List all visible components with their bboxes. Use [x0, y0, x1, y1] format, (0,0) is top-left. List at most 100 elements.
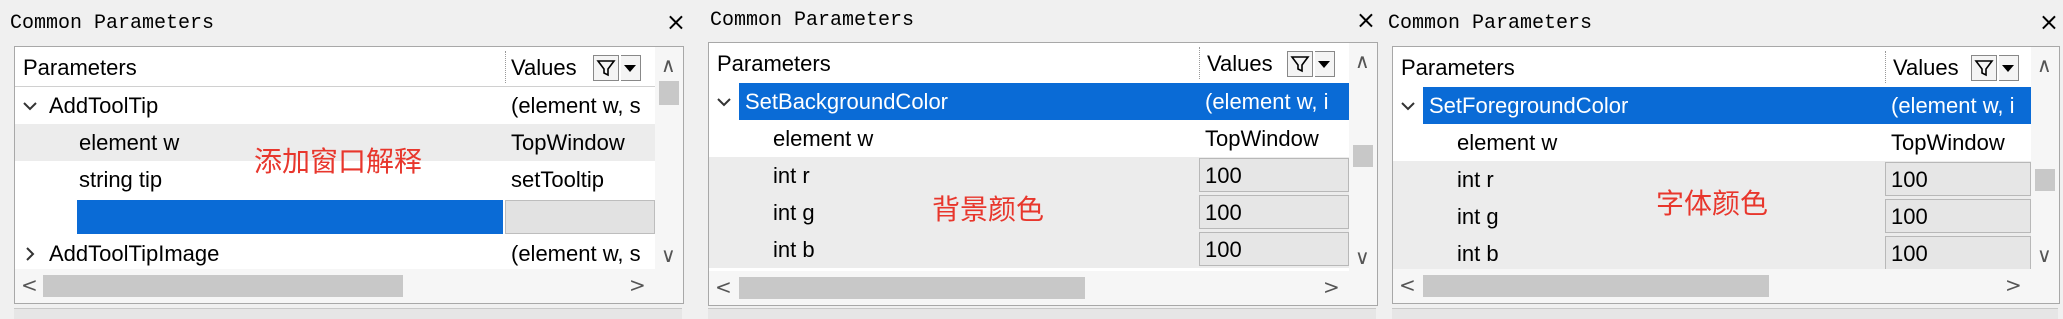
common-parameters-panel-2: Common Parameters × Parameters Values Se… [700, 0, 1380, 319]
panel-title: Common Parameters [10, 12, 215, 35]
tree-header: Parameters Values [709, 43, 1377, 83]
scroll-thumb[interactable] [659, 81, 679, 105]
row-value[interactable]: 100 [1205, 200, 1242, 226]
row-name: element w [1457, 130, 1558, 155]
tree-row[interactable]: AddToolTip (element w, s [15, 87, 655, 124]
scroll-down-icon[interactable]: ∨ [661, 243, 676, 267]
scroll-right-icon[interactable]: > [629, 273, 646, 297]
row-name: element w [79, 130, 180, 155]
panel-title: Common Parameters [710, 9, 915, 32]
tree-row-selected[interactable]: SetBackgroundColor (element w, i [709, 83, 1349, 120]
annotation-note: 添加窗口解释 [254, 145, 423, 178]
panel-footer [1392, 308, 2058, 319]
scroll-thumb[interactable] [2035, 169, 2055, 191]
tree-row[interactable]: AddToolTipImage (element w, s [15, 235, 655, 272]
column-divider[interactable] [1885, 51, 1886, 83]
header-values[interactable]: Values [1207, 51, 1273, 77]
parameters-tree[interactable]: Parameters Values SetBackgroundColor (el… [708, 42, 1378, 306]
header-parameters[interactable]: Parameters [717, 51, 831, 77]
horizontal-scrollbar[interactable]: < > [15, 269, 683, 303]
scroll-thumb[interactable] [43, 275, 403, 297]
selected-value-cell[interactable] [505, 200, 655, 234]
panel-footer [14, 308, 682, 319]
tree-header: Parameters Values [1393, 47, 2059, 87]
scroll-up-icon[interactable]: ∧ [661, 53, 676, 77]
chevron-down-icon[interactable] [1397, 95, 1419, 117]
scroll-left-icon[interactable]: < [715, 275, 732, 299]
panel-title: Common Parameters [1388, 12, 1593, 35]
scroll-left-icon[interactable]: < [1399, 273, 1416, 297]
chevron-down-icon[interactable] [713, 91, 735, 113]
filter-icon[interactable] [1971, 55, 1997, 81]
dropdown-arrow-icon[interactable] [1315, 51, 1335, 77]
row-value[interactable]: TopWindow [1205, 126, 1319, 152]
row-name: int r [773, 163, 810, 188]
horizontal-scrollbar[interactable]: < > [709, 271, 1377, 305]
header-parameters[interactable]: Parameters [23, 55, 137, 81]
column-divider[interactable] [1199, 47, 1200, 79]
scroll-thumb[interactable] [1353, 145, 1373, 167]
annotation-note: 字体颜色 [1656, 187, 1769, 220]
scroll-down-icon[interactable]: ∨ [2037, 243, 2052, 267]
scroll-right-icon[interactable]: > [1323, 275, 1340, 299]
scroll-down-icon[interactable]: ∨ [1355, 245, 1370, 269]
row-value[interactable]: 100 [1205, 237, 1242, 263]
header-values[interactable]: Values [511, 55, 577, 81]
chevron-down-icon[interactable] [19, 95, 41, 117]
row-name: int g [773, 200, 815, 225]
vertical-scrollbar[interactable]: ∧ ∨ [2031, 47, 2059, 269]
row-value[interactable]: 100 [1205, 163, 1242, 189]
row-value[interactable]: 100 [1891, 204, 1928, 230]
tree-row[interactable]: int b 100 [1393, 235, 2031, 272]
tree-row[interactable]: element w TopWindow [709, 120, 1349, 157]
vertical-scrollbar[interactable]: ∧ ∨ [1349, 43, 1377, 271]
vertical-scrollbar[interactable]: ∧ ∨ [655, 47, 683, 269]
panel-title-bar: Common Parameters × [0, 6, 690, 40]
common-parameters-panel-1: Common Parameters × Parameters Values Ad… [0, 0, 690, 319]
tree-row[interactable]: element w TopWindow [1393, 124, 2031, 161]
dropdown-arrow-icon[interactable] [1999, 55, 2019, 81]
row-name: element w [773, 126, 874, 151]
scroll-thumb[interactable] [1423, 275, 1769, 297]
horizontal-scrollbar[interactable]: < > [1393, 269, 2059, 303]
close-icon[interactable]: × [1356, 6, 1376, 34]
scroll-thumb[interactable] [739, 277, 1085, 299]
scroll-up-icon[interactable]: ∧ [2037, 53, 2052, 77]
row-value: (element w, i [1205, 89, 1329, 114]
tree-row[interactable]: int b 100 [709, 231, 1349, 268]
dropdown-arrow-icon[interactable] [621, 55, 641, 81]
row-name: string tip [79, 167, 163, 192]
close-icon[interactable]: × [2039, 8, 2059, 36]
row-name: int r [1457, 167, 1494, 192]
common-parameters-panel-3: Common Parameters × Parameters Values Se… [1384, 0, 2063, 319]
row-name: AddToolTipImage [49, 241, 220, 266]
filter-icon[interactable] [593, 55, 619, 81]
row-value[interactable]: 100 [1891, 167, 1928, 193]
row-name: int g [1457, 204, 1499, 229]
tree-row-selected[interactable]: SetForegroundColor (element w, i [1393, 87, 2031, 124]
selected-name-cell[interactable] [77, 200, 503, 234]
panel-title-bar: Common Parameters × [700, 6, 1380, 40]
row-value[interactable]: 100 [1891, 241, 1928, 267]
annotation-note: 背景颜色 [932, 193, 1045, 226]
row-value[interactable]: TopWindow [1891, 130, 2005, 156]
scroll-left-icon[interactable]: < [21, 273, 38, 297]
tree-row-selected[interactable] [15, 198, 655, 235]
header-parameters[interactable]: Parameters [1401, 55, 1515, 81]
parameters-tree[interactable]: Parameters Values SetForegroundColor (el… [1392, 46, 2060, 304]
filter-icon[interactable] [1287, 51, 1313, 77]
row-value: (element w, s [511, 241, 641, 266]
close-icon[interactable]: × [666, 8, 686, 36]
panel-title-bar: Common Parameters × [1384, 6, 2063, 40]
scroll-right-icon[interactable]: > [2005, 273, 2022, 297]
row-value[interactable]: TopWindow [511, 130, 625, 156]
chevron-right-icon[interactable] [19, 243, 41, 265]
header-values[interactable]: Values [1893, 55, 1959, 81]
row-name: SetBackgroundColor [745, 89, 949, 114]
row-value[interactable]: setTooltip [511, 167, 604, 193]
row-value: (element w, i [1891, 93, 2015, 118]
row-name: int b [1457, 241, 1499, 266]
row-name: SetForegroundColor [1429, 93, 1629, 118]
scroll-up-icon[interactable]: ∧ [1355, 49, 1370, 73]
column-divider[interactable] [505, 51, 506, 83]
